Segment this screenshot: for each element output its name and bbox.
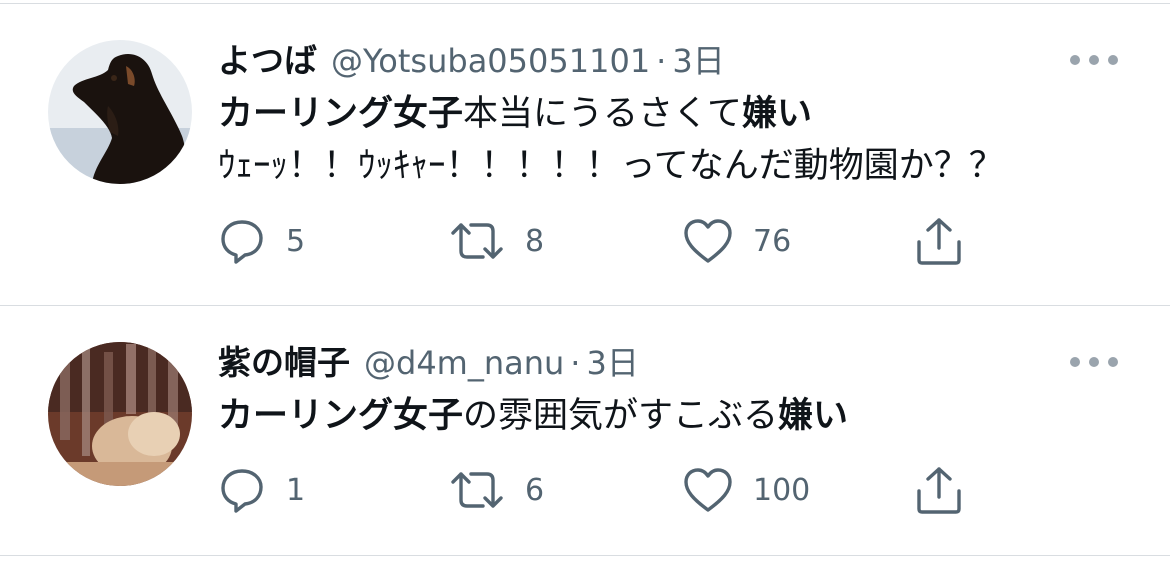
tweet-text-line-1: カーリング女子本当にうるさくて嫌い [218,92,812,136]
separator: · [570,344,581,382]
display-name[interactable]: よつば [218,34,317,82]
bottom-divider [0,555,1170,556]
tweet-header: 紫の帽子 @d4m_nanu · 3日 [218,336,639,382]
share-upload-icon [917,218,961,265]
user-handle[interactable]: @Yotsuba05051101 [331,42,650,80]
more-dots-icon[interactable] [1070,352,1118,372]
reply-button[interactable]: 5 [218,216,305,266]
like-count: 100 [753,472,811,508]
retweet-button[interactable]: 8 [449,216,544,266]
reply-count: 5 [286,223,306,259]
like-count: 76 [753,223,792,259]
dog-avatar[interactable] [48,40,192,184]
timestamp[interactable]: 3日 [586,338,638,384]
heart-icon [684,468,732,512]
text-segment: 嫌い [778,396,849,436]
like-button[interactable]: 76 [683,216,791,266]
heart-icon [684,219,732,263]
user-handle[interactable]: @d4m_nanu [364,344,564,382]
text-segment: ｳｪｰｯ！！ｳｯｷｬｰ！！！！！ってなんだ動物園か？？ [218,146,1004,186]
retweet-icon [451,223,503,259]
share-button[interactable] [914,465,964,515]
reply-button[interactable]: 1 [218,465,305,515]
tweet-divider [0,305,1170,306]
like-button[interactable]: 100 [683,465,810,515]
retweet-button[interactable]: 6 [449,465,544,515]
share-upload-icon [917,467,961,514]
action-bar: 5 8 76 [0,216,1170,266]
retweet-count: 8 [525,223,545,259]
retweet-count: 6 [525,472,545,508]
speech-bubble-icon [221,469,263,513]
text-segment: カーリング女子 [218,94,464,134]
text-segment: 本当にうるさくて [463,94,742,134]
speech-bubble-icon [221,220,263,264]
display-name[interactable]: 紫の帽子 [218,336,350,384]
text-segment: 嫌い [741,94,812,134]
timestamp[interactable]: 3日 [672,36,724,82]
retweet-icon [451,472,503,508]
text-segment: の雰囲気がすこぶる [463,396,779,436]
tweet-text-line-1: カーリング女子の雰囲気がすこぶる嫌い [218,394,848,438]
reply-count: 1 [286,472,306,508]
separator: · [656,42,667,80]
text-segment: カーリング女子 [218,396,464,436]
action-bar: 1 6 100 [0,465,1170,515]
more-dots-icon[interactable] [1070,50,1118,70]
tweet-text-line-2: ｳｪｰｯ！！ｳｯｷｬｰ！！！！！ってなんだ動物園か？？ [218,144,1004,188]
share-button[interactable] [914,216,964,266]
top-divider [0,3,1170,4]
tweet-header: よつば @Yotsuba05051101 · 3日 [218,34,725,80]
